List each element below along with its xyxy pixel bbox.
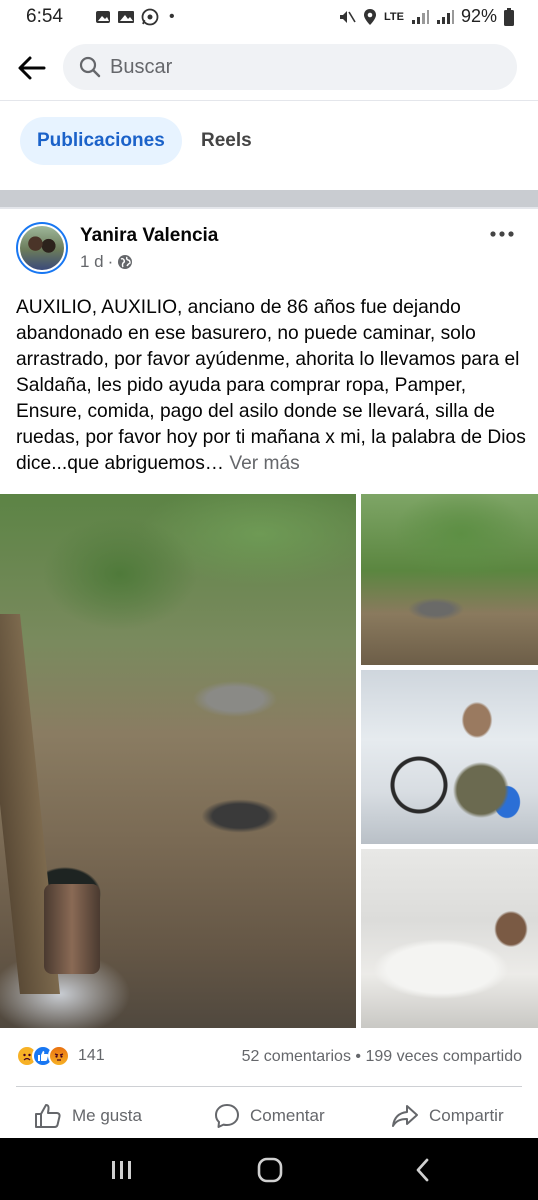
whatsapp-icon (141, 8, 159, 26)
share-button[interactable]: Compartir (391, 1098, 504, 1134)
gallery-icon (118, 11, 134, 23)
stats-separator: • (355, 1048, 362, 1065)
location-icon (364, 8, 376, 25)
tab-publicaciones[interactable]: Publicaciones (20, 117, 182, 165)
share-icon (392, 1105, 418, 1127)
back-arrow-icon[interactable] (14, 50, 50, 86)
reaction-count: 141 (78, 1047, 105, 1064)
system-back-icon[interactable] (408, 1156, 438, 1184)
engagement-stats: 52 comentarios • 199 veces compartido (242, 1048, 522, 1066)
recent-apps-icon[interactable] (107, 1156, 137, 1184)
battery-icon (504, 7, 514, 26)
system-nav-bar (0, 1138, 538, 1200)
avatar-image (20, 226, 64, 270)
like-label: Me gusta (72, 1106, 142, 1125)
signal-icon-2 (436, 9, 454, 24)
see-more-link[interactable]: Ver más (229, 453, 299, 474)
post-time[interactable]: 1 d (80, 252, 104, 272)
post-photo-2[interactable] (361, 494, 538, 665)
thumbs-up-icon (35, 1104, 61, 1128)
comments-count[interactable]: 52 comentarios (242, 1048, 351, 1065)
post-photo-3[interactable] (361, 670, 538, 844)
feed-separator (0, 190, 538, 207)
comment-button[interactable]: Comentar (214, 1098, 325, 1134)
search-input[interactable] (110, 44, 500, 90)
pipe-shape (44, 884, 100, 974)
signal-icon (411, 9, 429, 24)
tab-reels[interactable]: Reels (201, 117, 252, 165)
home-icon[interactable] (255, 1156, 285, 1184)
angry-reaction-icon (48, 1045, 70, 1067)
tab-bar: Publicaciones Reels (0, 101, 538, 181)
more-options-icon[interactable] (488, 224, 516, 244)
reactions-summary[interactable]: 141 (16, 1045, 105, 1067)
battery-percent: 92% (460, 6, 497, 26)
photo-icon (96, 11, 110, 23)
search-header (0, 34, 538, 100)
comment-icon (215, 1104, 239, 1128)
post-author[interactable]: Yanira Valencia (80, 225, 218, 247)
post-meta: 1 d · (80, 252, 133, 272)
network-type: LTE (384, 10, 404, 23)
share-label: Compartir (429, 1106, 504, 1125)
post-body: AUXILIO, AUXILIO, anciano de 86 años fue… (16, 297, 526, 474)
notification-icons: • (95, 8, 175, 26)
like-button[interactable]: Me gusta (34, 1098, 142, 1134)
post-text: AUXILIO, AUXILIO, anciano de 86 años fue… (16, 295, 526, 477)
search-box[interactable] (63, 44, 517, 90)
meta-dot: · (107, 252, 114, 271)
mute-icon (340, 10, 356, 23)
post-photo-main[interactable] (0, 494, 356, 1028)
status-time: 6:54 (26, 6, 63, 27)
post-photo-4[interactable] (361, 849, 538, 1028)
feed-separator-line (0, 207, 538, 209)
actions-divider (16, 1086, 522, 1087)
avatar[interactable] (16, 222, 68, 274)
globe-icon (118, 255, 133, 269)
status-bar: 6:54 • LTE 92% (0, 0, 538, 34)
more-notifications-dot: • (169, 8, 175, 25)
status-right: LTE 92% (338, 6, 514, 27)
comment-label: Comentar (250, 1106, 325, 1125)
shares-count[interactable]: 199 veces compartido (365, 1048, 522, 1065)
search-icon (79, 56, 101, 78)
